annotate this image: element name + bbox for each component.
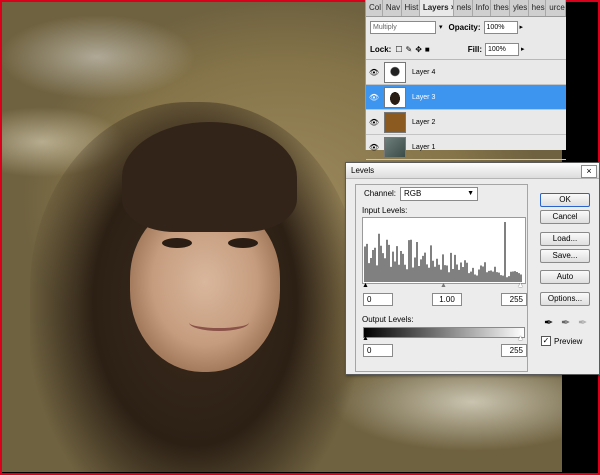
black-eyedropper-icon[interactable]: ✒ bbox=[544, 316, 553, 329]
output-black-field[interactable]: 0 bbox=[363, 344, 393, 357]
eye-icon[interactable]: 👁 bbox=[366, 143, 382, 152]
input-levels-label: Input Levels: bbox=[362, 206, 408, 215]
save-button[interactable]: Save... bbox=[540, 249, 590, 263]
dialog-titlebar[interactable]: Levels × bbox=[346, 163, 599, 179]
preview-checkbox[interactable]: ✓ bbox=[541, 336, 551, 346]
tab-histogram[interactable]: Hist bbox=[402, 0, 420, 16]
fill-input[interactable]: 100% bbox=[484, 42, 519, 56]
lock-all-icon[interactable]: ■ bbox=[425, 45, 430, 54]
fill-label: Fill: bbox=[467, 44, 482, 54]
layer-thumbnail bbox=[384, 136, 406, 158]
options-button[interactable]: Options... bbox=[540, 292, 590, 306]
channel-value: RGB bbox=[404, 189, 422, 198]
layer-thumbnail bbox=[384, 111, 406, 133]
lock-transparent-icon[interactable]: ☐ bbox=[395, 45, 402, 54]
output-white-field[interactable]: 255 bbox=[501, 344, 527, 357]
eye-icon[interactable]: 👁 bbox=[366, 93, 382, 102]
input-white-field[interactable]: 255 bbox=[501, 293, 527, 306]
channel-select[interactable]: RGB ▼ bbox=[400, 187, 478, 201]
opacity-arrow-icon[interactable]: ▸ bbox=[520, 23, 524, 31]
tab-navigator[interactable]: Nav bbox=[383, 0, 402, 16]
opacity-input[interactable]: 100% bbox=[483, 20, 518, 34]
tab-layers[interactable]: Layers × bbox=[419, 0, 454, 16]
gray-eyedropper-icon[interactable]: ✒ bbox=[561, 316, 570, 329]
gamma-handle[interactable]: ▲ bbox=[440, 282, 447, 289]
eye-icon[interactable]: 👁 bbox=[366, 68, 382, 77]
lock-label: Lock: bbox=[370, 44, 392, 54]
fill-arrow-icon[interactable]: ▸ bbox=[521, 45, 525, 53]
layers-panel: Col Nav Hist Layers × nels Info thes yle… bbox=[365, 0, 566, 160]
tab-channels[interactable]: nels bbox=[454, 0, 473, 16]
close-icon[interactable]: × bbox=[581, 165, 597, 178]
layer-name: Layer 3 bbox=[412, 93, 436, 101]
lock-row: Lock: ☐ ✎ ✥ ■ Fill: 100% ▸ bbox=[366, 41, 566, 57]
layer-name: Layer 2 bbox=[412, 118, 436, 126]
tab-color[interactable]: Col bbox=[366, 0, 383, 16]
chevron-down-icon: ▼ bbox=[467, 190, 474, 197]
layer-thumbnail bbox=[384, 86, 406, 108]
layer-name: Layer 4 bbox=[412, 68, 436, 76]
channel-label: Channel: bbox=[364, 189, 397, 198]
lock-image-icon[interactable]: ✎ bbox=[406, 45, 413, 54]
load-button[interactable]: Load... bbox=[540, 232, 590, 246]
tab-source[interactable]: urce bbox=[546, 0, 566, 16]
preview-label: Preview bbox=[554, 336, 583, 346]
lock-position-icon[interactable]: ✥ bbox=[415, 45, 422, 54]
input-gamma-field[interactable]: 1.00 bbox=[432, 293, 462, 306]
photo-bangs bbox=[122, 122, 297, 232]
black-point-handle[interactable]: ▲ bbox=[362, 282, 369, 289]
cancel-button[interactable]: Cancel bbox=[540, 210, 590, 224]
layer-row-2[interactable]: 👁 Layer 2 bbox=[366, 110, 566, 135]
ok-button[interactable]: OK bbox=[540, 193, 590, 207]
white-eyedropper-icon[interactable]: ✒ bbox=[578, 316, 587, 329]
layer-row-1[interactable]: 👁 Layer 1 bbox=[366, 135, 566, 160]
layers-list: 👁 Layer 4 👁 Layer 3 👁 Layer 2 👁 Layer 1 bbox=[366, 59, 566, 160]
histogram bbox=[362, 217, 526, 284]
photo-right-eye bbox=[228, 238, 258, 248]
output-levels-label: Output Levels: bbox=[362, 315, 414, 324]
opacity-label: Opacity: bbox=[448, 22, 481, 32]
layer-row-4[interactable]: 👁 Layer 4 bbox=[366, 60, 566, 85]
input-slider[interactable]: ▲ ▲ ▲ bbox=[362, 282, 524, 289]
histogram-bars bbox=[364, 222, 522, 282]
preview-toggle[interactable]: ✓ Preview bbox=[541, 336, 582, 346]
output-slider[interactable]: ▲ ▲ bbox=[362, 335, 524, 342]
auto-button[interactable]: Auto bbox=[540, 270, 590, 284]
blend-mode-select[interactable]: Multiply bbox=[370, 20, 436, 34]
chevron-down-icon[interactable]: ▾ bbox=[439, 23, 443, 31]
tab-styles[interactable]: yles bbox=[510, 0, 529, 16]
layer-name: Layer 1 bbox=[412, 143, 436, 151]
output-black-handle[interactable]: ▲ bbox=[362, 335, 369, 342]
layer-thumbnail bbox=[384, 61, 406, 83]
white-point-handle[interactable]: ▲ bbox=[517, 282, 524, 289]
panel-tabs: Col Nav Hist Layers × nels Info thes yle… bbox=[366, 0, 566, 17]
photo-mouth bbox=[189, 314, 249, 331]
output-white-handle[interactable]: ▲ bbox=[517, 335, 524, 342]
layer-row-3[interactable]: 👁 Layer 3 bbox=[366, 85, 566, 110]
tab-paths[interactable]: thes bbox=[491, 0, 510, 16]
eye-icon[interactable]: 👁 bbox=[366, 118, 382, 127]
tab-swatches[interactable]: hes bbox=[529, 0, 547, 16]
input-black-field[interactable]: 0 bbox=[363, 293, 393, 306]
blend-row: Multiply ▾ Opacity: 100% ▸ bbox=[366, 19, 566, 35]
photo-left-eye bbox=[162, 238, 192, 248]
dialog-title: Levels bbox=[351, 166, 375, 175]
tab-info[interactable]: Info bbox=[473, 0, 491, 16]
